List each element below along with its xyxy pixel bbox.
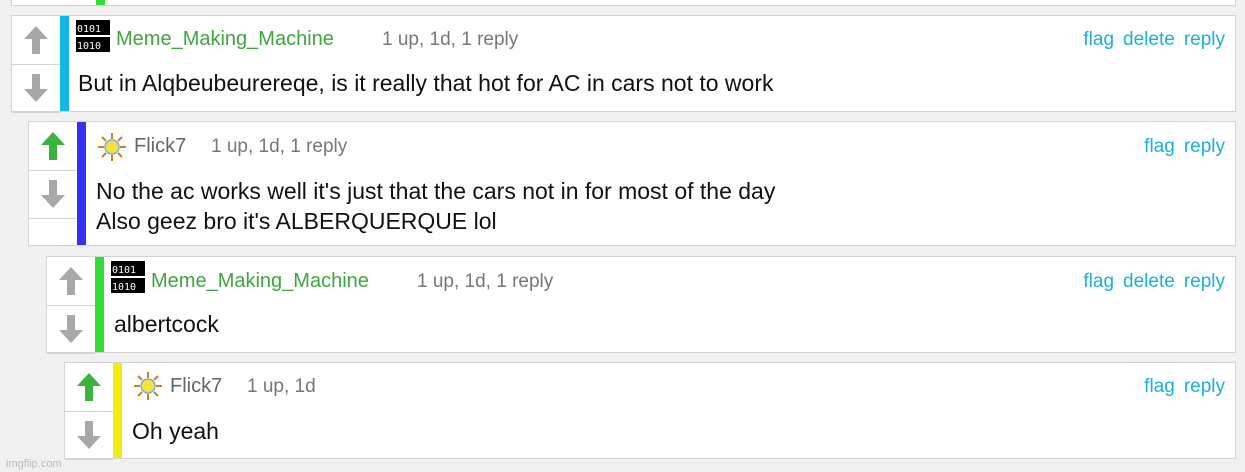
comment-text-line: Oh yeah [132, 418, 219, 444]
downvote-button[interactable] [29, 170, 77, 219]
delete-link[interactable]: delete [1123, 271, 1175, 292]
svg-text:1010: 1010 [77, 41, 101, 52]
comment-body: But in Alqbeubeurereqe, is it really tha… [78, 68, 773, 98]
comment-text-line: But in Alqbeubeurereqe, is it really tha… [78, 70, 774, 96]
flag-link[interactable]: flag [1083, 29, 1114, 50]
comment: 0101 1010 Meme_Making_Machine 1 up, 1d, … [11, 15, 1236, 113]
sun-avatar-icon [98, 133, 126, 161]
vote-controls [29, 122, 77, 219]
comment-meta: 1 up, 1d, 1 reply [382, 29, 519, 50]
binary-avatar-icon: 0101 1010 [76, 20, 110, 54]
comment-text-line: No the ac works well it's just that the … [96, 178, 776, 204]
comment-header: 0101 1010 Meme_Making_Machine 1 up, 1d, … [76, 20, 1225, 54]
comment: 0101 1010 Meme_Making_Machine 1 up, 1d, … [46, 256, 1236, 354]
reply-link[interactable]: reply [1184, 136, 1225, 157]
comment-actions: flag reply [1135, 136, 1225, 158]
sun-avatar-icon [134, 372, 162, 400]
comment-actions: flag delete reply [1074, 271, 1225, 293]
username-link[interactable]: Meme_Making_Machine [116, 28, 334, 51]
thread-color-bar [60, 16, 69, 111]
comment: Flick7 1 up, 1d flag reply Oh yeah [64, 362, 1236, 460]
reply-link[interactable]: reply [1184, 376, 1225, 397]
delete-link[interactable]: delete [1123, 29, 1175, 50]
downvote-button[interactable] [65, 411, 113, 460]
comment-meta: 1 up, 1d [247, 376, 316, 397]
upvote-button[interactable] [65, 363, 113, 412]
comment-actions: flag reply [1135, 376, 1225, 398]
thread-color-bar [96, 0, 105, 5]
username-link[interactable]: Flick7 [134, 135, 186, 158]
comment-body: albertcock [114, 309, 219, 339]
arrow-down-icon [24, 74, 48, 102]
comment-actions: flag delete reply [1074, 29, 1225, 51]
downvote-button[interactable] [12, 64, 60, 113]
arrow-up-icon [77, 373, 101, 401]
comment-header: 0101 1010 Meme_Making_Machine 1 up, 1d, … [111, 261, 1225, 295]
svg-text:1010: 1010 [112, 282, 136, 293]
thread-color-bar [95, 257, 104, 352]
svg-text:0101: 0101 [112, 265, 136, 276]
comment-header: Flick7 1 up, 1d flag reply [131, 369, 1225, 400]
upvote-button[interactable] [12, 16, 60, 65]
reply-link[interactable]: reply [1184, 29, 1225, 50]
vote-controls [47, 257, 95, 354]
previous-comment-stub [11, 0, 1236, 6]
comment-text-line: albertcock [114, 311, 219, 337]
comment-meta: 1 up, 1d, 1 reply [417, 271, 554, 292]
flag-link[interactable]: flag [1144, 136, 1175, 157]
flag-link[interactable]: flag [1083, 271, 1114, 292]
arrow-down-icon [77, 421, 101, 449]
vote-controls [12, 16, 60, 113]
comment-text-line: Also geez bro it's ALBERQUERQUE lol [96, 208, 497, 234]
comment-meta: 1 up, 1d, 1 reply [211, 136, 348, 157]
watermark: imgflip.com [6, 458, 62, 470]
arrow-up-icon [59, 267, 83, 295]
thread-color-bar [77, 122, 86, 245]
downvote-button[interactable] [47, 305, 95, 354]
comment: Flick7 1 up, 1d, 1 reply flag reply No th… [28, 121, 1236, 246]
upvote-button[interactable] [29, 122, 77, 171]
arrow-up-icon [24, 26, 48, 54]
flag-link[interactable]: flag [1144, 376, 1175, 397]
comment-header: Flick7 1 up, 1d, 1 reply flag reply [95, 130, 1225, 161]
username-link[interactable]: Meme_Making_Machine [151, 270, 369, 293]
vote-controls [65, 363, 113, 460]
username-link[interactable]: Flick7 [170, 375, 222, 398]
arrow-down-icon [41, 180, 65, 208]
svg-text:0101: 0101 [77, 24, 101, 35]
reply-link[interactable]: reply [1184, 271, 1225, 292]
comment-body: Oh yeah [132, 416, 219, 446]
arrow-up-icon [41, 132, 65, 160]
comment-body: No the ac works well it's just that the … [96, 176, 775, 236]
arrow-down-icon [59, 315, 83, 343]
upvote-button[interactable] [47, 257, 95, 306]
thread-color-bar [113, 363, 122, 458]
binary-avatar-icon: 0101 1010 [111, 261, 145, 295]
